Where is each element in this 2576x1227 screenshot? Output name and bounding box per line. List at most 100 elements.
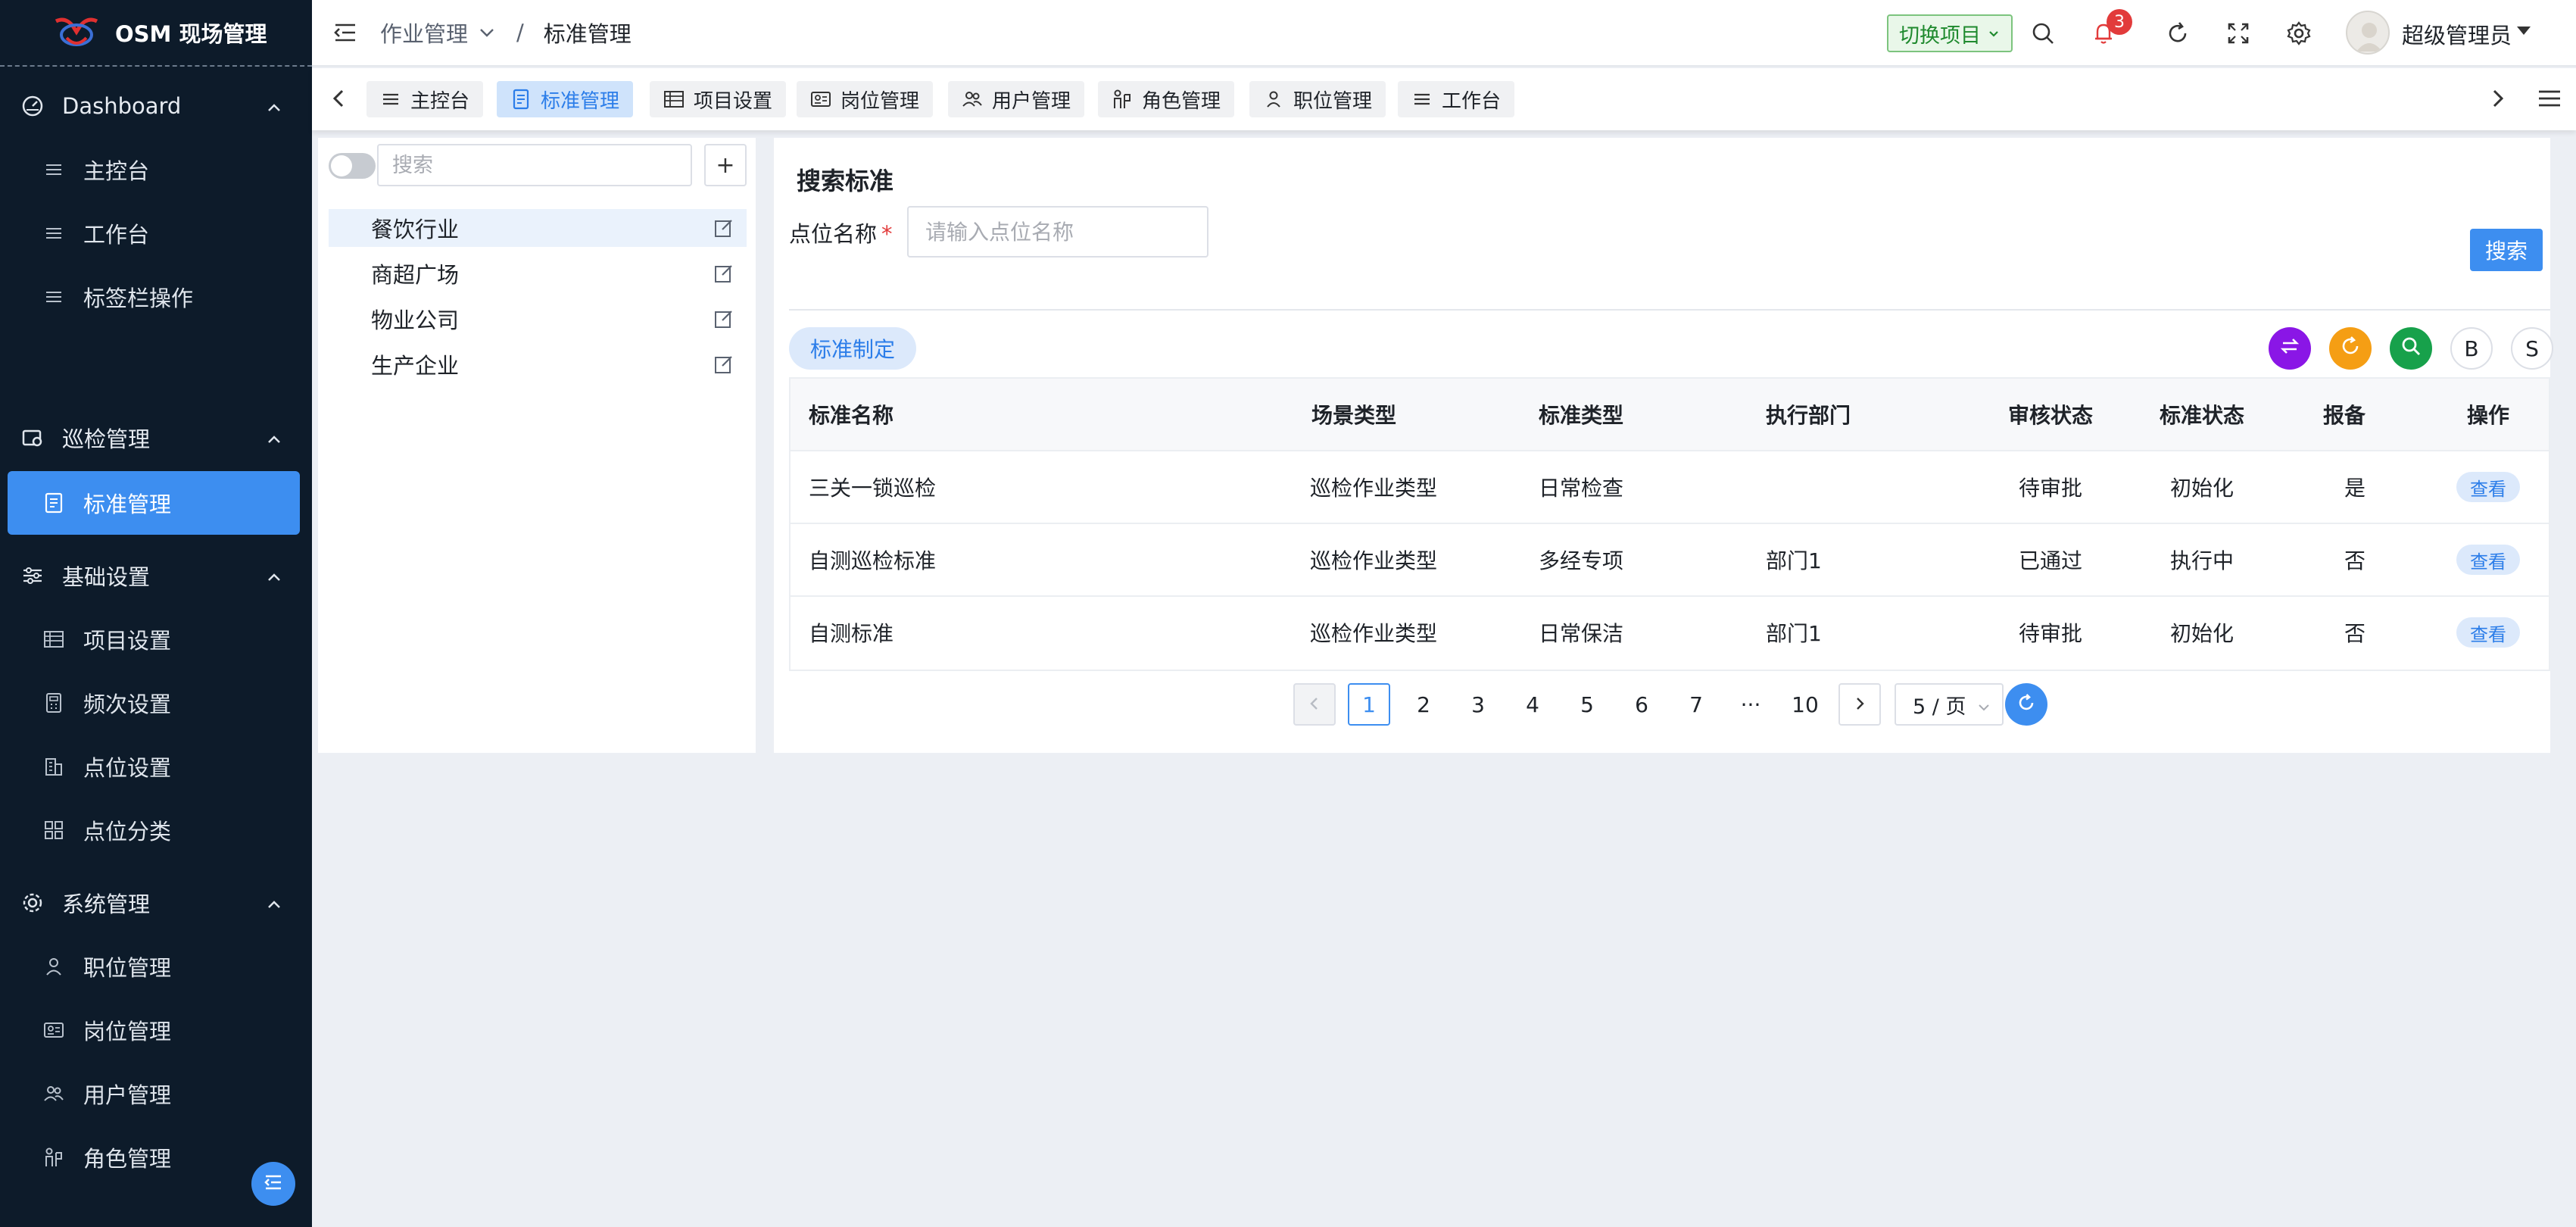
refresh-icon bbox=[2339, 335, 2362, 363]
user-icon bbox=[1263, 89, 1284, 110]
cell-standard-name: 自测标准 bbox=[809, 621, 894, 646]
sidebar-item-point-category[interactable]: 点位分类 bbox=[0, 798, 312, 862]
view-button[interactable]: 查看 bbox=[2456, 472, 2520, 502]
page-4[interactable]: 4 bbox=[1511, 683, 1554, 726]
category-tree-panel: + 餐饮行业 商超广场 物业公司 生产企业 bbox=[318, 138, 756, 753]
tab-user-management[interactable]: 用户管理 bbox=[948, 81, 1085, 117]
page-ellipsis[interactable]: ··· bbox=[1729, 683, 1772, 726]
cell-actions: 查看 bbox=[2456, 524, 2520, 595]
avatar[interactable] bbox=[2346, 11, 2390, 55]
tab-position-management[interactable]: 职位管理 bbox=[1249, 81, 1386, 117]
edit-icon[interactable] bbox=[713, 354, 734, 380]
sidebar-item-post-management[interactable]: 岗位管理 bbox=[0, 998, 312, 1062]
expand-toggle-switch[interactable] bbox=[329, 153, 376, 179]
standards-table: 标准名称 场景类型 标准类型 执行部门 审核状态 标准状态 报备 操作 三关一锁… bbox=[789, 377, 2550, 671]
view-button[interactable]: 查看 bbox=[2456, 617, 2520, 648]
tree-node-property[interactable]: 物业公司 bbox=[329, 300, 747, 338]
sidebar-collapse-button[interactable] bbox=[251, 1162, 295, 1206]
swap-button[interactable] bbox=[2269, 327, 2311, 370]
tab-label: 工作台 bbox=[1442, 89, 1502, 113]
view-button[interactable]: 查看 bbox=[2456, 545, 2520, 575]
cell-actions: 查看 bbox=[2456, 451, 2520, 523]
search-icon[interactable] bbox=[2026, 17, 2060, 50]
reload-button[interactable] bbox=[2329, 327, 2372, 370]
tab-label: 主控台 bbox=[410, 89, 470, 113]
fullscreen-icon[interactable] bbox=[2222, 17, 2255, 50]
sidebar-item-project-settings[interactable]: 项目设置 bbox=[0, 607, 312, 671]
sidebar-item-tabbar-ops[interactable]: 标签栏操作 bbox=[0, 265, 312, 329]
sidebar-item-console[interactable]: 主控台 bbox=[0, 138, 312, 201]
page-3[interactable]: 3 bbox=[1457, 683, 1499, 726]
sidebar-item-label: 点位设置 bbox=[83, 755, 172, 781]
chevron-down-icon[interactable] bbox=[477, 23, 497, 42]
page-6[interactable]: 6 bbox=[1620, 683, 1663, 726]
border-toggle-button[interactable]: B bbox=[2450, 327, 2493, 370]
tab-workbench[interactable]: 工作台 bbox=[1398, 81, 1515, 117]
search-section-title: 搜索标准 bbox=[797, 167, 894, 195]
search-toggle-button[interactable] bbox=[2390, 327, 2432, 370]
notification-bell-icon[interactable]: 3 bbox=[2087, 9, 2132, 50]
sidebar-item-standard-management[interactable]: 标准管理 bbox=[8, 471, 300, 535]
sidebar-item-workbench[interactable]: 工作台 bbox=[0, 201, 312, 265]
tab-label: 岗位管理 bbox=[840, 89, 920, 113]
role-icon bbox=[1112, 89, 1133, 110]
refresh-icon[interactable] bbox=[2161, 17, 2194, 50]
sidebar-item-frequency-settings[interactable]: 频次设置 bbox=[0, 671, 312, 735]
sidebar-group-dashboard[interactable]: Dashboard bbox=[0, 74, 312, 138]
page-5[interactable]: 5 bbox=[1566, 683, 1608, 726]
tree-search-input[interactable] bbox=[377, 144, 692, 186]
table-row: 自测标准 巡检作业类型 日常保洁 部门1 待审批 初始化 否 查看 bbox=[791, 597, 2549, 670]
chevron-left-icon[interactable] bbox=[327, 86, 351, 114]
tab-console[interactable]: 主控台 bbox=[366, 81, 484, 117]
page-10[interactable]: 10 bbox=[1784, 683, 1826, 726]
cell-standard-status: 初始化 bbox=[2170, 621, 2235, 646]
page-2[interactable]: 2 bbox=[1402, 683, 1445, 726]
cell-standard-status: 初始化 bbox=[2170, 476, 2235, 501]
sidebar-group-label: Dashboard bbox=[62, 93, 182, 119]
switch-project-button[interactable]: 切换项目 bbox=[1887, 14, 2013, 52]
page-1[interactable]: 1 bbox=[1348, 683, 1390, 726]
breadcrumb-parent[interactable]: 作业管理 bbox=[380, 17, 468, 48]
tab-post-management[interactable]: 岗位管理 bbox=[797, 81, 934, 117]
settings-gear-icon[interactable] bbox=[2282, 17, 2316, 50]
sidebar-item-point-settings[interactable]: 点位设置 bbox=[0, 735, 312, 798]
chevron-left-icon bbox=[1306, 692, 1323, 717]
sidebar-group-basic-settings[interactable]: 基础设置 bbox=[0, 544, 312, 607]
edit-icon[interactable] bbox=[713, 263, 734, 289]
cell-report: 否 bbox=[2344, 548, 2366, 573]
edit-icon[interactable] bbox=[713, 308, 734, 335]
tree-node-catering[interactable]: 餐饮行业 bbox=[329, 209, 747, 247]
add-category-button[interactable]: + bbox=[704, 144, 747, 186]
prev-page-button[interactable] bbox=[1293, 683, 1336, 726]
tabs-bar: 主控台 标准管理 项目设置 岗位管理 用户管理 角色管理 职位管理 工作台 bbox=[312, 68, 2576, 130]
stripe-toggle-button[interactable]: S bbox=[2511, 327, 2553, 370]
tab-project-settings[interactable]: 项目设置 bbox=[650, 81, 787, 117]
sidebar-item-position-management[interactable]: 职位管理 bbox=[0, 935, 312, 998]
page-7[interactable]: 7 bbox=[1675, 683, 1717, 726]
edit-icon[interactable] bbox=[713, 217, 734, 244]
sidebar-item-user-management[interactable]: 用户管理 bbox=[0, 1062, 312, 1126]
id-card-icon bbox=[810, 89, 831, 110]
tabs-menu-icon[interactable] bbox=[2537, 86, 2562, 114]
page-size-select[interactable]: 5 / 页 bbox=[1895, 683, 2004, 726]
tree-node-manufacturing[interactable]: 生产企业 bbox=[329, 345, 747, 383]
table-row: 自测巡检标准 巡检作业类型 多经专项 部门1 已通过 执行中 否 查看 bbox=[791, 524, 2549, 597]
logo-icon bbox=[53, 15, 100, 50]
tree-node-mall[interactable]: 商超广场 bbox=[329, 254, 747, 292]
pagination-refresh-button[interactable] bbox=[2005, 683, 2047, 726]
logo: OSM 现场管理 bbox=[0, 0, 312, 67]
user-name[interactable]: 超级管理员 bbox=[2402, 18, 2512, 50]
tab-standard-management[interactable]: 标准管理 bbox=[497, 81, 634, 117]
sidebar-group-system[interactable]: 系统管理 bbox=[0, 871, 312, 935]
search-button[interactable]: 搜索 bbox=[2470, 229, 2543, 271]
create-standard-button[interactable]: 标准制定 bbox=[789, 327, 917, 370]
point-name-input[interactable] bbox=[907, 206, 1208, 258]
search-icon bbox=[2400, 335, 2422, 363]
cell-scene-type: 巡检作业类型 bbox=[1310, 476, 1438, 501]
tab-role-management[interactable]: 角色管理 bbox=[1098, 81, 1235, 117]
list-icon bbox=[42, 158, 65, 181]
next-page-button[interactable] bbox=[1838, 683, 1881, 726]
sidebar-group-inspection[interactable]: 巡检管理 bbox=[0, 406, 312, 470]
chevron-right-icon[interactable] bbox=[2485, 86, 2509, 114]
menu-toggle-icon[interactable] bbox=[330, 17, 360, 48]
